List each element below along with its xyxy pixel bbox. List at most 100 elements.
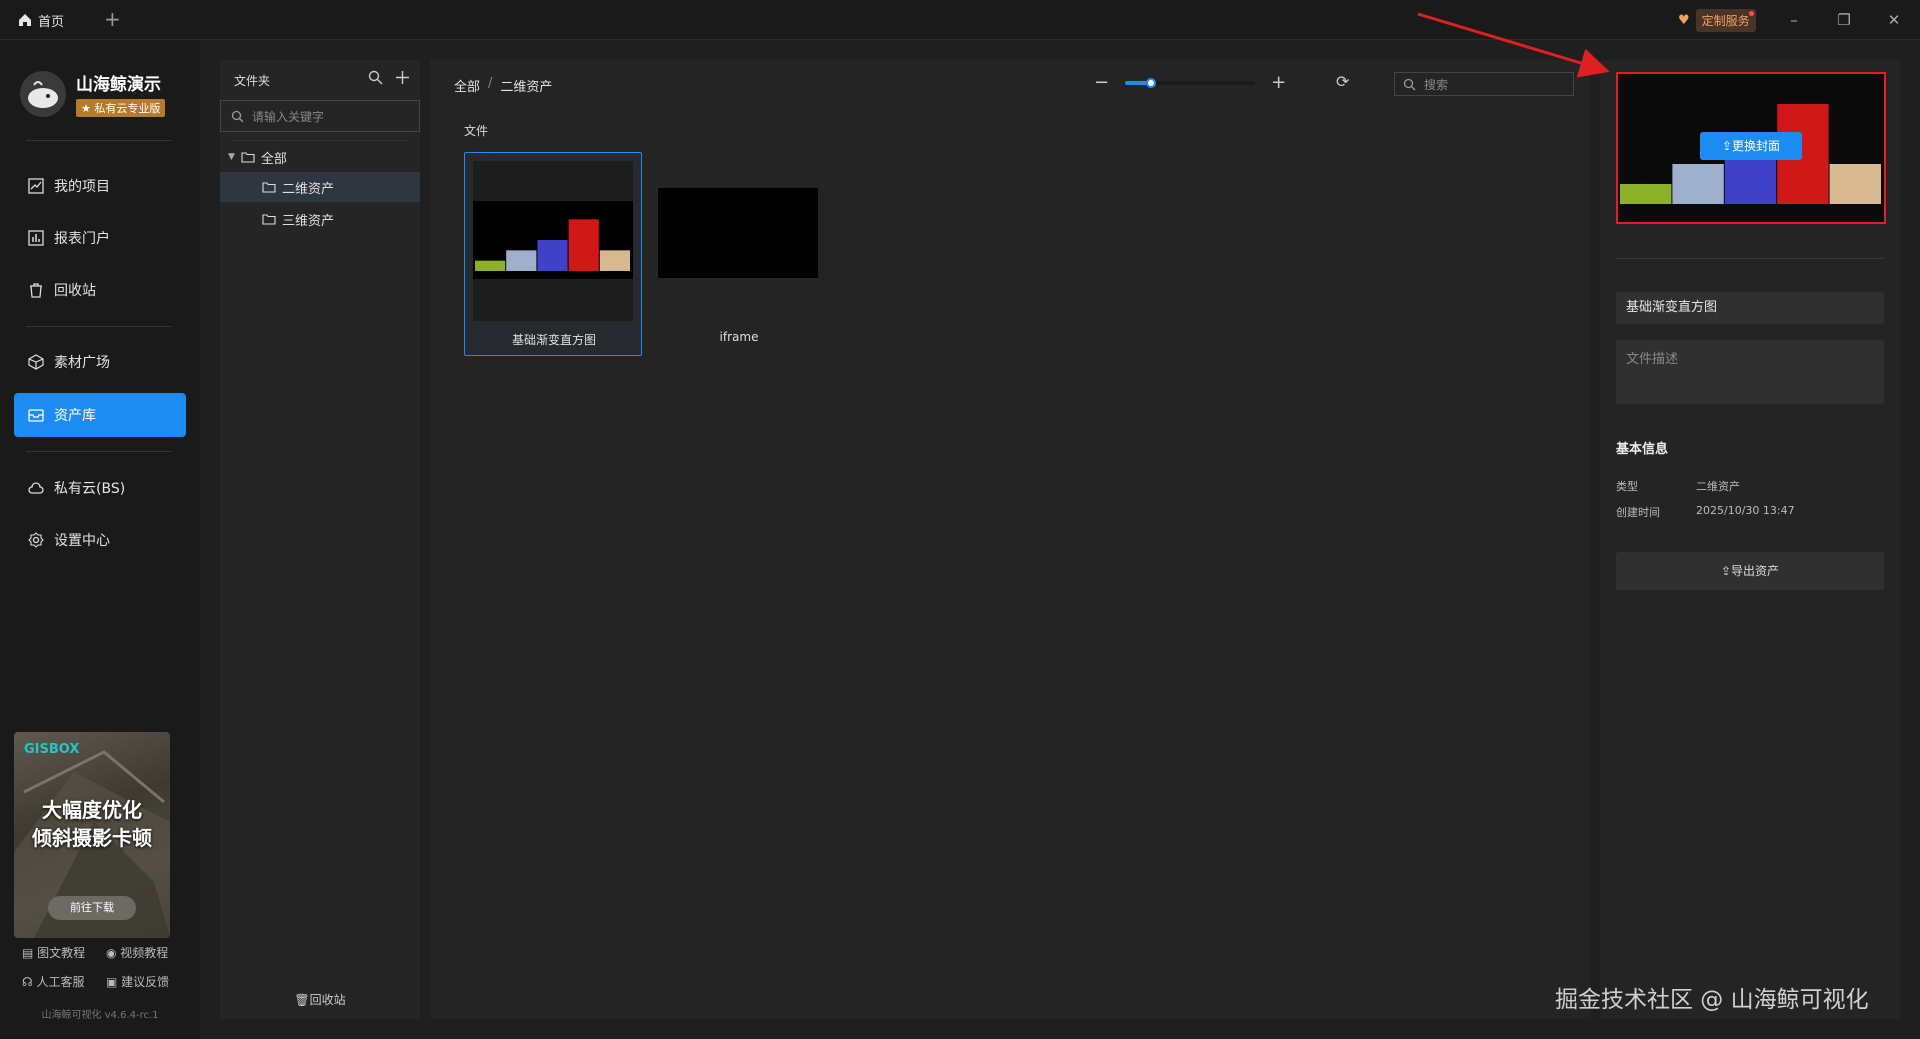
zoom-out-button[interactable]: − <box>1094 72 1109 93</box>
cube-icon <box>28 354 44 370</box>
nav-label: 报表门户 <box>54 231 110 247</box>
folder-icon <box>262 213 276 225</box>
home-icon <box>18 13 32 27</box>
export-asset-button[interactable]: ⇪导出资产 <box>1616 552 1884 590</box>
asset-search-input[interactable]: 搜索 <box>1394 72 1574 96</box>
change-cover-button[interactable]: ⇪更换封面 <box>1700 132 1802 160</box>
chart-bar <box>1829 164 1881 204</box>
upload-icon: ⇪ <box>1721 139 1733 153</box>
trash-icon: 🗑 <box>294 993 310 1007</box>
chart-bar <box>537 240 568 271</box>
feedback-link[interactable]: ▣ 建议反馈 <box>106 973 182 990</box>
asset-card-iframe[interactable]: iframe <box>658 152 836 356</box>
brand-name: 山海鲸演示 <box>76 75 161 95</box>
nav-label: 回收站 <box>54 283 96 299</box>
info-value: 2025/10/30 13:47 <box>1696 504 1795 517</box>
nav-label: 资产库 <box>54 408 96 424</box>
trash-icon <box>28 282 44 298</box>
add-folder-icon[interactable] <box>395 70 410 85</box>
refresh-icon[interactable]: ⟳ <box>1336 72 1349 91</box>
folder-icon <box>241 151 255 163</box>
breadcrumb-separator: / <box>488 76 493 91</box>
promo-download-button[interactable]: 前往下载 <box>48 896 136 920</box>
asset-name-field[interactable]: 基础渐变直方图 <box>1616 292 1884 324</box>
add-tab-button[interactable]: + <box>104 7 121 31</box>
nav-label: 私有云(BS) <box>54 481 126 497</box>
title-bar: 首页 + ♥ 定制服务 – ❐ ✕ <box>0 0 1920 40</box>
promo-title-line2: 倾斜摄影卡顿 <box>32 826 152 850</box>
folder-panel-title: 文件夹 <box>234 74 271 88</box>
info-row-type: 类型 二维资产 <box>1616 478 1740 494</box>
folder-recycle-button[interactable]: 🗑回收站 <box>220 991 420 1008</box>
tab-home[interactable]: 首页 <box>18 8 64 32</box>
zoom-slider[interactable] <box>1125 77 1256 88</box>
nav-material-square[interactable]: 素材广场 <box>14 340 186 384</box>
tree-label: 三维资产 <box>282 213 335 229</box>
report-icon <box>28 230 44 246</box>
breadcrumb: 全部 / 二维资产 <box>454 76 552 95</box>
chart-bar <box>475 260 506 271</box>
customer-service-link[interactable]: ☊ 人工客服 <box>22 973 98 990</box>
chart-bar <box>599 250 630 271</box>
cloud-icon <box>28 480 44 496</box>
chart-icon <box>28 178 44 194</box>
section-label-files: 文件 <box>464 124 489 138</box>
thumb-chart <box>473 201 633 279</box>
breadcrumb-current: 二维资产 <box>500 80 553 95</box>
asset-description-field[interactable]: 文件描述 <box>1616 340 1884 404</box>
caret-down-icon: ▼ <box>228 152 235 162</box>
folder-search-placeholder: 请输入关键字 <box>252 109 325 124</box>
main-area: 全部 / 二维资产 − + ⟳ 搜索 文件 基础渐变直方图 iframe <box>430 60 1590 1019</box>
search-icon[interactable] <box>368 70 383 85</box>
tree-label: 二维资产 <box>282 181 335 197</box>
divider <box>26 326 172 327</box>
chart-bar <box>1672 164 1724 204</box>
folder-icon <box>262 181 276 193</box>
chart-bar <box>1620 184 1672 204</box>
promo-logo: GISBOX <box>24 742 80 757</box>
zoom-slider-knob[interactable] <box>1146 77 1157 88</box>
nav-label: 设置中心 <box>54 533 110 549</box>
edition-badge: ★ 私有云专业版 <box>76 99 166 117</box>
folder-panel: 文件夹 请输入关键字 ▼ 全部 二维资产 三维资产 🗑回收站 <box>220 60 420 1019</box>
custom-service-button[interactable]: ♥ 定制服务 <box>1678 8 1756 32</box>
nav-asset-library[interactable]: 资产库 <box>14 393 186 437</box>
gear-icon <box>28 532 44 548</box>
detail-panel: ⇪更换封面 基础渐变直方图 文件描述 基本信息 类型 二维资产 创建时间 202… <box>1600 60 1900 1019</box>
notification-dot <box>1748 10 1754 16</box>
help-links: ▤ 图文教程 ◉ 视频教程 ☊ 人工客服 ▣ 建议反馈 <box>22 944 182 1002</box>
divider <box>26 140 172 141</box>
asset-card-label: iframe <box>719 330 759 344</box>
divider <box>1616 258 1884 259</box>
tree-label: 全部 <box>260 151 287 167</box>
chart-bar <box>568 219 599 271</box>
asset-card-label: 基础渐变直方图 <box>511 333 596 347</box>
close-button[interactable]: ✕ <box>1882 8 1906 32</box>
nav-report-portal[interactable]: 报表门户 <box>14 216 186 260</box>
text-tutorial-link[interactable]: ▤ 图文教程 <box>22 944 98 961</box>
promo-banner[interactable]: GISBOX 大幅度优化 倾斜摄影卡顿 前往下载 <box>14 732 170 938</box>
tree-item-3d-assets[interactable]: 三维资产 <box>220 204 420 234</box>
tree-item-2d-assets[interactable]: 二维资产 <box>220 172 420 202</box>
asset-thumbnail <box>658 188 818 278</box>
nav-settings[interactable]: 设置中心 <box>14 518 186 562</box>
nav-recycle-bin[interactable]: 回收站 <box>14 268 186 312</box>
chart-bar <box>506 250 537 271</box>
service-badge: 定制服务 <box>1695 8 1756 32</box>
nav-my-projects[interactable]: 我的项目 <box>14 164 186 208</box>
info-key: 类型 <box>1616 480 1638 493</box>
breadcrumb-root[interactable]: 全部 <box>454 76 480 95</box>
folder-search-input[interactable]: 请输入关键字 <box>220 100 420 132</box>
zoom-in-button[interactable]: + <box>1271 72 1286 93</box>
box-icon <box>28 407 44 423</box>
restore-button[interactable]: ❐ <box>1832 8 1856 32</box>
minimize-button[interactable]: – <box>1782 8 1806 32</box>
tab-home-label: 首页 <box>38 14 65 30</box>
video-tutorial-link[interactable]: ◉ 视频教程 <box>106 944 182 961</box>
tree-item-all[interactable]: ▼ 全部 <box>220 142 420 172</box>
asset-card-histogram[interactable]: 基础渐变直方图 <box>464 152 642 356</box>
brand: 山海鲸演示 ★ 私有云专业版 <box>20 70 166 117</box>
cover-preview: ⇪更换封面 <box>1616 72 1886 224</box>
info-row-created: 创建时间 2025/10/30 13:47 <box>1616 504 1795 520</box>
nav-private-cloud[interactable]: 私有云(BS) <box>14 466 186 510</box>
